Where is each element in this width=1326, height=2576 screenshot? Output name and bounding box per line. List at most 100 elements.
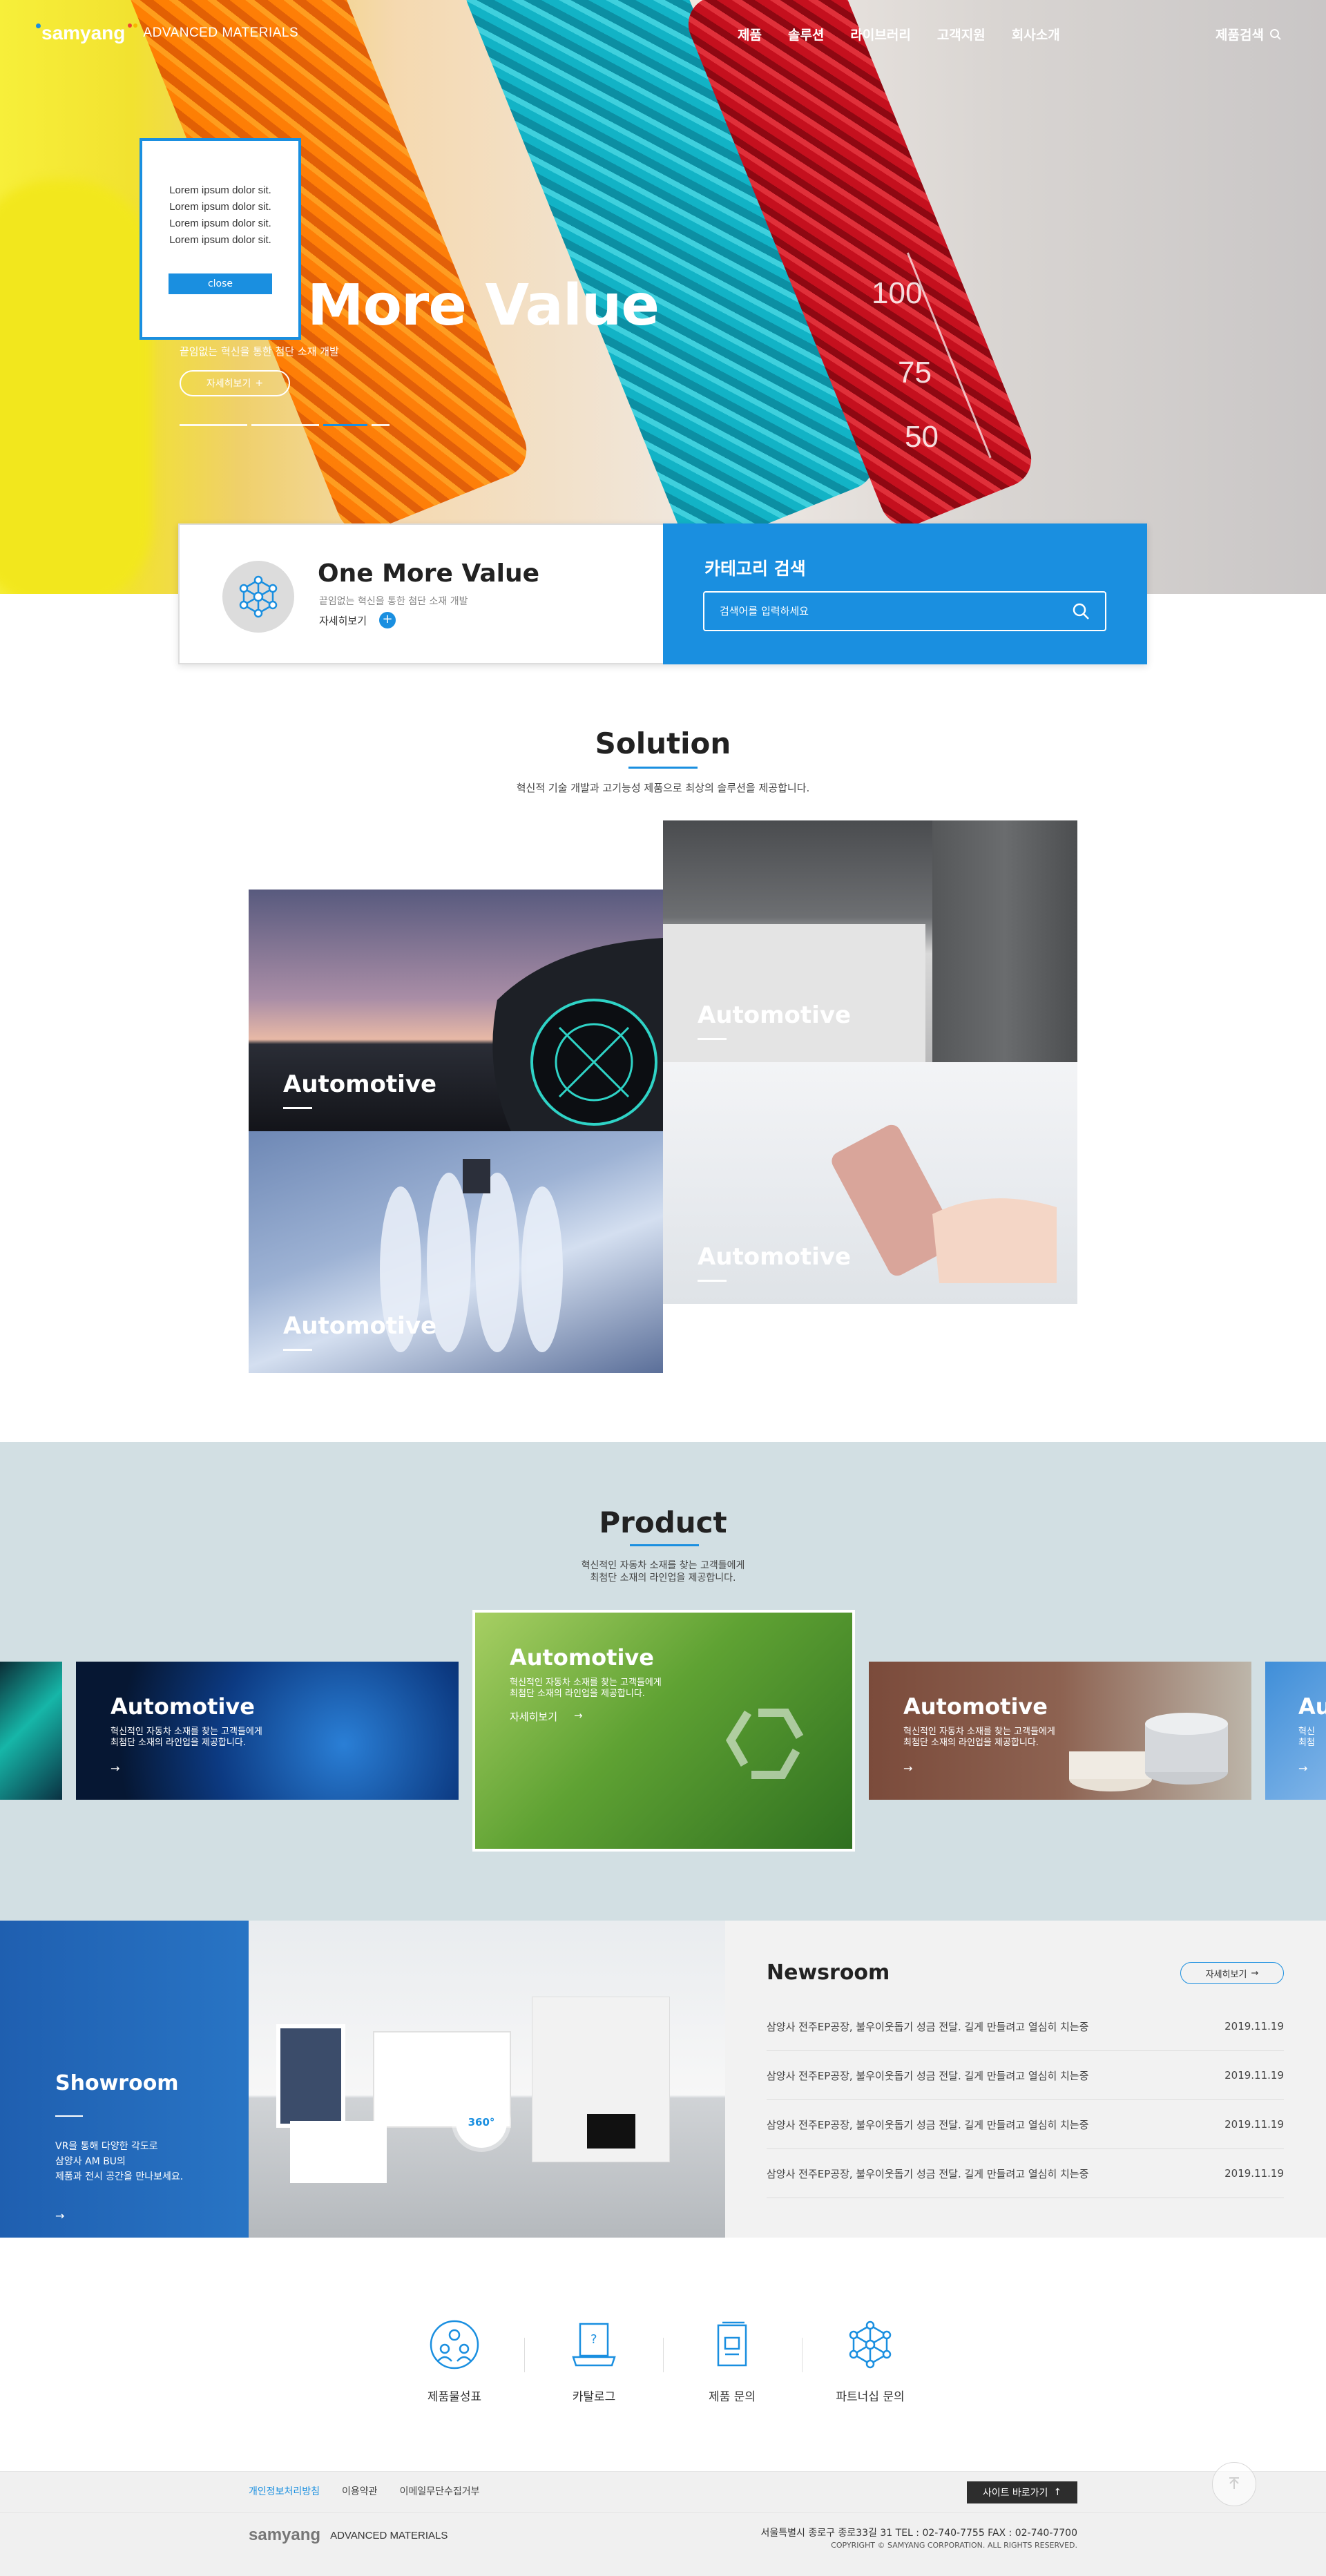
- menu-item-company[interactable]: 회사소개: [1012, 25, 1060, 44]
- popup-close-button[interactable]: close: [169, 273, 272, 294]
- product-card-desc: 혁신적인 자동차 소재를 찾는 고객들에게 최첨단 소재의 라인업을 제공합니다.: [903, 1727, 1055, 1748]
- value-subtitle: 끝임없는 혁신을 통한 첨단 소재 개발: [319, 596, 468, 607]
- slide-dot-4[interactable]: [372, 424, 390, 426]
- value-more-label: 자세히보기: [319, 614, 367, 627]
- quicklink-label: 파트너십 문의: [836, 2390, 905, 2404]
- quicklink-partnership[interactable]: 파트너십 문의: [801, 2315, 939, 2404]
- solution-tile-kitchen[interactable]: Automotive: [663, 820, 1077, 1062]
- category-search-input[interactable]: [720, 605, 1051, 617]
- product-card-active[interactable]: Automotive 혁신적인 자동차 소재를 찾는 고객들에게 최첨단 소재의 …: [472, 1610, 855, 1852]
- slide-dot-1[interactable]: [180, 424, 247, 426]
- news-item-date: 2019.11.19: [1224, 2020, 1284, 2032]
- search-icon[interactable]: [1072, 602, 1090, 620]
- news-item[interactable]: 삼양사 전주EP공장, 불우이웃돕기 성금 전달. 길게 만들려고 열심히 치는…: [767, 2051, 1284, 2100]
- fridge-image: [932, 820, 1077, 1062]
- recycle-icon: [726, 1709, 804, 1779]
- phone-image: [832, 1124, 1057, 1283]
- quicklink-product-inquiry[interactable]: 제품 문의: [663, 2315, 801, 2404]
- product-search-button[interactable]: 제품검색: [1216, 25, 1282, 44]
- slide-dot-3-active[interactable]: [323, 424, 367, 426]
- news-item-title: 삼양사 전주EP공장, 불우이웃돕기 성금 전달. 길게 만들려고 열심히 치는…: [767, 2167, 1089, 2180]
- arrow-right-icon[interactable]: →: [110, 1762, 119, 1775]
- arrow-right-icon[interactable]: →: [1298, 1762, 1307, 1775]
- popup-text-line: Lorem ipsum dolor sit.: [169, 218, 271, 229]
- product-card-more-label: 자세히보기: [510, 1711, 558, 1723]
- product-desc-line: 혁신적인 자동차 소재를 찾는 고객들에게: [581, 1560, 745, 1571]
- arrow-up-icon: [1229, 2477, 1239, 2489]
- quicklink-label: 제품물성표: [427, 2390, 482, 2404]
- news-item[interactable]: 삼양사 전주EP공장, 불우이웃돕기 성금 전달. 길게 만들려고 열심히 치는…: [767, 2100, 1284, 2149]
- tile-underline: [283, 1349, 312, 1351]
- news-item-date: 2019.11.19: [1224, 2118, 1284, 2131]
- family-site-label: 사이트 바로가기: [982, 2488, 1048, 2499]
- newsroom-more-button[interactable]: 자세히보기 →: [1180, 1962, 1284, 1984]
- solution-tile-electronics[interactable]: Automotive: [663, 1062, 1077, 1304]
- footer-logo: samyang ADVANCED MATERIALS: [249, 2526, 448, 2545]
- menu-item-solutions[interactable]: 솔루션: [788, 25, 824, 44]
- showroom-panel[interactable]: 360° Showroom VR을 통해 다양한 각도로 삼양사 AM BU의 제품…: [0, 1921, 725, 2238]
- popup-text-line: Lorem ipsum dolor sit.: [169, 234, 271, 246]
- footer-link-privacy[interactable]: 개인정보처리방침: [249, 2484, 320, 2498]
- hero-image-yellow-tube: [0, 180, 152, 594]
- showroom-description: VR을 통해 다양한 각도로 삼양사 AM BU의 제품과 전시 공간을 만나보세요…: [55, 2141, 184, 2182]
- top-navigation: samyang ADVANCED MATERIALS 제품 솔루션 라이브러리 …: [0, 0, 1326, 69]
- product-card-partial-left[interactable]: [0, 1662, 62, 1800]
- product-card[interactable]: Automotive 혁신적인 자동차 소재를 찾는 고객들에게 최첨단 소재의 …: [869, 1662, 1251, 1800]
- hero-more-button[interactable]: 자세히보기 +: [180, 370, 290, 396]
- tile-underline: [698, 1038, 727, 1040]
- news-item-date: 2019.11.19: [1224, 2069, 1284, 2082]
- car-image: [492, 938, 663, 1131]
- product-card-desc: 혁신적인 자동차 소재를 찾는 고객들에게 최첨단 소재의 라인업을 제공합니다.: [510, 1678, 662, 1699]
- arrow-right-icon: →: [1251, 1968, 1259, 1979]
- footer-links: 개인정보처리방침 이용약관 이메일무단수집거부: [249, 2484, 480, 2498]
- vr-360-button[interactable]: 360°: [456, 2097, 507, 2148]
- quicklink-property-table[interactable]: 제품물성표: [385, 2315, 523, 2404]
- quicklink-catalog[interactable]: ? 카탈로그: [525, 2315, 663, 2404]
- kitchen-counter: [663, 924, 925, 1062]
- product-description: 혁신적인 자동차 소재를 찾는 고객들에게 최첨단 소재의 라인업을 제공합니다…: [0, 1559, 1326, 1584]
- news-item-title: 삼양사 전주EP공장, 불우이웃돕기 성금 전달. 길게 만들려고 열심히 치는…: [767, 2069, 1089, 2082]
- footer-link-terms[interactable]: 이용약관: [342, 2484, 378, 2498]
- solution-description: 혁신적 기술 개발과 고기능성 제품으로 최상의 솔루션을 제공합니다.: [516, 782, 810, 794]
- arrow-right-icon[interactable]: →: [55, 2209, 64, 2222]
- footer-copyright: COPYRIGHT © SAMYANG CORPORATION. ALL RIG…: [831, 2541, 1077, 2550]
- solution-tile-car[interactable]: Automotive: [249, 890, 663, 1131]
- arrow-right-icon: →: [574, 1709, 583, 1722]
- solution-tile-3d-printing[interactable]: Automotive: [249, 1131, 663, 1373]
- scroll-to-top-button[interactable]: [1212, 2462, 1256, 2506]
- newsroom-panel: Newsroom 자세히보기 → 삼양사 전주EP공장, 불우이웃돕기 성금 전…: [725, 1921, 1326, 2238]
- news-item[interactable]: 삼양사 전주EP공장, 불우이웃돕기 성금 전달. 길게 만들려고 열심히 치는…: [767, 2149, 1284, 2198]
- search-icon: [1269, 28, 1281, 40]
- footer-link-email-policy[interactable]: 이메일무단수집거부: [400, 2484, 480, 2498]
- arrow-right-icon[interactable]: →: [903, 1762, 912, 1775]
- newsroom-more-label: 자세히보기: [1205, 1969, 1247, 1980]
- slide-dot-2[interactable]: [251, 424, 319, 426]
- news-item-title: 삼양사 전주EP공장, 불우이웃돕기 성금 전달. 길게 만들려고 열심히 치는…: [767, 2020, 1089, 2033]
- tile-label: Automotive: [283, 1312, 437, 1340]
- value-more-link[interactable]: 자세히보기 +: [319, 612, 396, 628]
- showroom-title: Showroom: [55, 2071, 179, 2095]
- menu-item-support[interactable]: 고객지원: [937, 25, 986, 44]
- logo-wordmark: samyang: [36, 22, 138, 44]
- popup-text-line: Lorem ipsum dolor sit.: [169, 184, 271, 196]
- product-card-partial-right[interactable]: Au 혁신 최첨 →: [1265, 1662, 1326, 1800]
- category-search-box: [703, 591, 1106, 631]
- main-menu: 제품 솔루션 라이브러리 고객지원 회사소개: [738, 25, 1060, 44]
- product-title-underline: [630, 1544, 699, 1546]
- family-site-button[interactable]: 사이트 바로가기 ↑: [967, 2481, 1077, 2503]
- popup-text-line: Lorem ipsum dolor sit.: [169, 201, 271, 213]
- quicklink-label: 제품 문의: [709, 2390, 756, 2404]
- site-logo[interactable]: samyang ADVANCED MATERIALS: [36, 22, 298, 44]
- showroom-title-underline: [55, 2115, 83, 2117]
- hero-image-scale-50: 50: [905, 420, 939, 454]
- value-title: One More Value: [318, 559, 540, 588]
- news-item[interactable]: 삼양사 전주EP공장, 불우이웃돕기 성금 전달. 길게 만들려고 열심히 치는…: [767, 2002, 1284, 2051]
- product-card-more-link[interactable]: 자세히보기 →: [510, 1709, 583, 1724]
- catalog-icon: ?: [564, 2315, 624, 2374]
- news-item-title: 삼양사 전주EP공장, 불우이웃돕기 성금 전달. 길게 만들려고 열심히 치는…: [767, 2118, 1089, 2131]
- product-desc-line: 최첨단 소재의 라인업을 제공합니다.: [590, 1573, 736, 1584]
- menu-item-products[interactable]: 제품: [738, 25, 762, 44]
- product-card[interactable]: Automotive 혁신적인 자동차 소재를 찾는 고객들에게 최첨단 소재의 …: [76, 1662, 459, 1800]
- menu-item-library[interactable]: 라이브러리: [850, 25, 910, 44]
- product-card-title: Automotive: [110, 1693, 255, 1720]
